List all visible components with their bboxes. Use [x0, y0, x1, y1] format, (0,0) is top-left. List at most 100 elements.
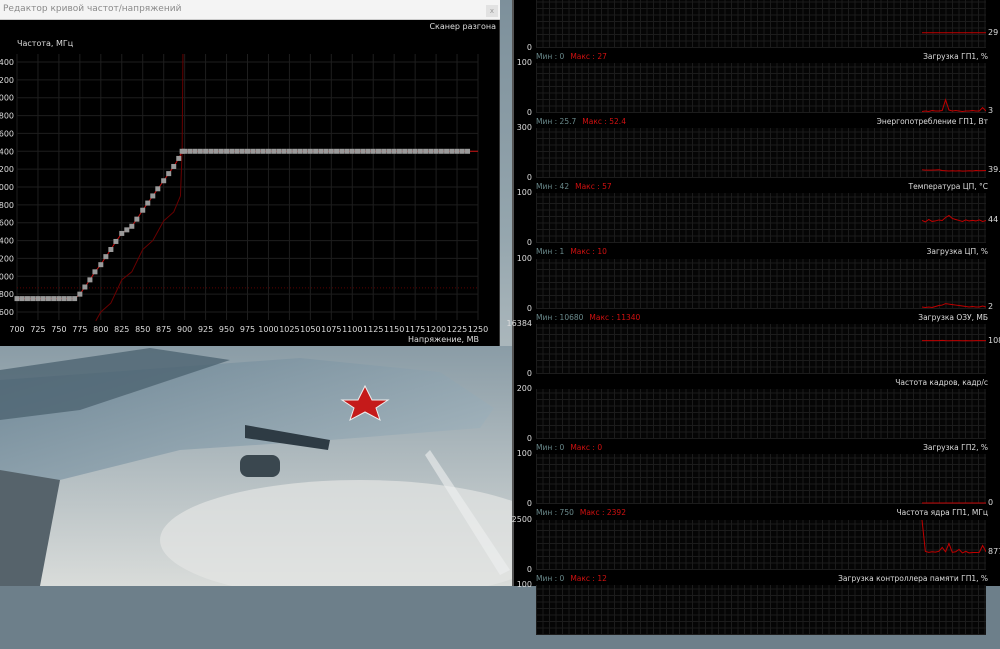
curve-point[interactable]: [324, 149, 329, 154]
close-button[interactable]: x: [486, 5, 498, 17]
curve-point[interactable]: [51, 296, 56, 301]
curve-point[interactable]: [418, 149, 423, 154]
curve-point[interactable]: [150, 193, 155, 198]
curve-point[interactable]: [292, 149, 297, 154]
curve-point[interactable]: [318, 149, 323, 154]
curve-point[interactable]: [345, 149, 350, 154]
curve-point[interactable]: [245, 149, 250, 154]
graph-plot: [536, 0, 986, 48]
sparkline: [922, 216, 986, 222]
curve-point[interactable]: [229, 149, 234, 154]
curve-point[interactable]: [460, 149, 465, 154]
curve-point[interactable]: [30, 296, 35, 301]
curve-point[interactable]: [282, 149, 287, 154]
curve-point[interactable]: [271, 149, 276, 154]
curve-point[interactable]: [250, 149, 255, 154]
curve-point[interactable]: [20, 296, 25, 301]
curve-point[interactable]: [423, 149, 428, 154]
curve-point[interactable]: [334, 149, 339, 154]
curve-point[interactable]: [413, 149, 418, 154]
curve-point[interactable]: [92, 269, 97, 274]
curve-point[interactable]: [287, 149, 292, 154]
curve-point[interactable]: [449, 149, 454, 154]
oc-scanner-button[interactable]: Сканер разгона: [429, 22, 496, 31]
curve-point[interactable]: [235, 149, 240, 154]
curve-point[interactable]: [15, 296, 20, 301]
curve-point[interactable]: [444, 149, 449, 154]
curve-point[interactable]: [339, 149, 344, 154]
curve-point[interactable]: [166, 171, 171, 176]
curve-point[interactable]: [124, 227, 129, 232]
curve-point[interactable]: [62, 296, 67, 301]
curve-point[interactable]: [193, 149, 198, 154]
curve-point[interactable]: [82, 285, 87, 290]
curve-point[interactable]: [129, 224, 134, 229]
curve-point[interactable]: [46, 296, 51, 301]
curve-point[interactable]: [171, 164, 176, 169]
curve-point[interactable]: [134, 217, 139, 222]
curve-point[interactable]: [25, 296, 30, 301]
curve-point[interactable]: [35, 296, 40, 301]
graph-footer: Мин : 42Макс : 57 Температура ЦП, °C: [536, 182, 988, 192]
curve-point[interactable]: [77, 292, 82, 297]
curve-point[interactable]: [155, 186, 160, 191]
sparkline-svg: [536, 193, 986, 243]
curve-point[interactable]: [360, 149, 365, 154]
curve-point[interactable]: [224, 149, 229, 154]
curve-point[interactable]: [67, 296, 72, 301]
curve-point[interactable]: [455, 149, 460, 154]
curve-point[interactable]: [255, 149, 260, 154]
curve-point[interactable]: [276, 149, 281, 154]
curve-point[interactable]: [140, 208, 145, 213]
curve-point[interactable]: [161, 178, 166, 183]
curve-point[interactable]: [87, 277, 92, 282]
curve-point[interactable]: [240, 149, 245, 154]
curve-point[interactable]: [119, 231, 124, 236]
curve-point[interactable]: [303, 149, 308, 154]
curve-point[interactable]: [402, 149, 407, 154]
curve-point[interactable]: [145, 201, 150, 206]
curve-point[interactable]: [355, 149, 360, 154]
curve-point[interactable]: [41, 296, 46, 301]
curve-point[interactable]: [397, 149, 402, 154]
curve-point[interactable]: [308, 149, 313, 154]
x-tick-label: 775: [72, 325, 87, 334]
curve-point[interactable]: [108, 247, 113, 252]
curve-point[interactable]: [198, 149, 203, 154]
curve-point[interactable]: [439, 149, 444, 154]
curve-point[interactable]: [219, 149, 224, 154]
curve-point[interactable]: [434, 149, 439, 154]
sparkline: [922, 100, 986, 112]
curve-point[interactable]: [208, 149, 213, 154]
curve-point[interactable]: [176, 156, 181, 161]
curve-point[interactable]: [350, 149, 355, 154]
curve-point[interactable]: [182, 149, 187, 154]
curve-point[interactable]: [381, 149, 386, 154]
curve-point[interactable]: [329, 149, 334, 154]
curve-point[interactable]: [113, 239, 118, 244]
curve-point[interactable]: [103, 254, 108, 259]
curve-point[interactable]: [386, 149, 391, 154]
curve-point[interactable]: [465, 149, 470, 154]
curve-point[interactable]: [266, 149, 271, 154]
curve-point[interactable]: [98, 262, 103, 267]
window-titlebar[interactable]: Редактор кривой частот/напряжений x: [0, 0, 500, 20]
graph-name: Частота кадров, кадр/с: [895, 378, 988, 387]
curve-point[interactable]: [56, 296, 61, 301]
curve-point[interactable]: [261, 149, 266, 154]
x-tick-label: 975: [240, 325, 255, 334]
curve-point[interactable]: [371, 149, 376, 154]
curve-point[interactable]: [297, 149, 302, 154]
curve-point[interactable]: [203, 149, 208, 154]
curve-point[interactable]: [428, 149, 433, 154]
graph-max-label: 16384: [507, 319, 532, 328]
curve-point[interactable]: [365, 149, 370, 154]
curve-point[interactable]: [313, 149, 318, 154]
curve-point[interactable]: [407, 149, 412, 154]
curve-point[interactable]: [72, 296, 77, 301]
curve-point[interactable]: [376, 149, 381, 154]
curve-point[interactable]: [214, 149, 219, 154]
curve-point[interactable]: [392, 149, 397, 154]
curve-point[interactable]: [187, 149, 192, 154]
vf-curve-chart[interactable]: 7007257507758008258508759009259509751000…: [0, 34, 500, 334]
